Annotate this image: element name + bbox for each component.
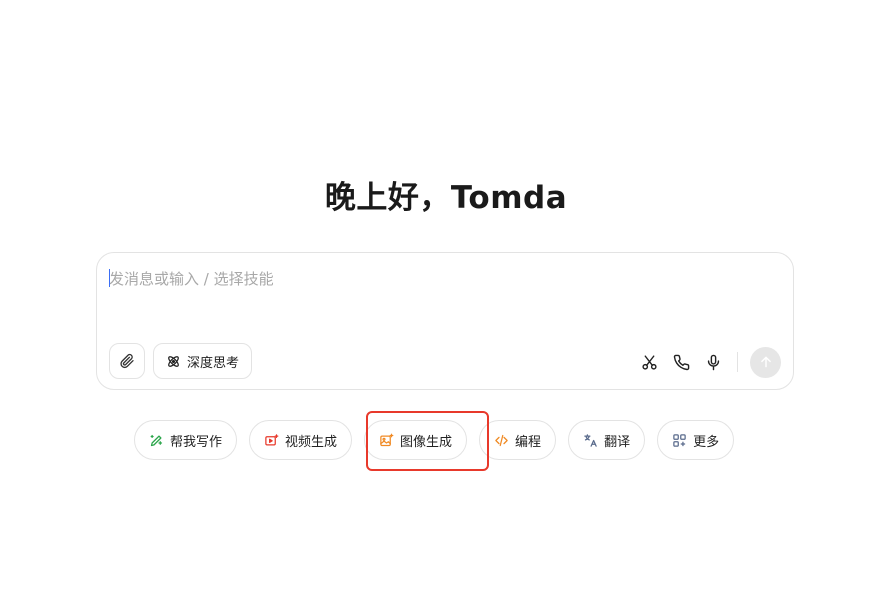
chip-video[interactable]: 视频生成 bbox=[249, 420, 353, 460]
scissors-button[interactable] bbox=[633, 347, 665, 377]
send-button[interactable] bbox=[750, 346, 781, 378]
quick-actions: 帮我写作 视频生成 图像生成 编程 翻译 更多 bbox=[134, 420, 735, 460]
chip-write[interactable]: 帮我写作 bbox=[134, 420, 238, 460]
image-sparkle-icon bbox=[380, 433, 394, 446]
atom-icon bbox=[168, 355, 179, 367]
chip-more[interactable]: 更多 bbox=[657, 420, 735, 460]
message-input[interactable] bbox=[109, 267, 779, 291]
code-icon bbox=[495, 434, 508, 446]
call-button[interactable] bbox=[665, 347, 697, 377]
chip-code[interactable]: 编程 bbox=[479, 420, 557, 460]
chat-home: 晚上好，Tomda 深度思考 bbox=[0, 0, 892, 609]
chip-label: 视频生成 bbox=[285, 434, 338, 450]
chip-translate[interactable]: 翻译 bbox=[568, 420, 646, 460]
scissors-icon bbox=[641, 354, 657, 370]
deep-think-label: 深度思考 bbox=[187, 355, 240, 371]
chip-label: 更多 bbox=[693, 434, 720, 450]
chip-label: 帮我写作 bbox=[170, 434, 223, 450]
pen-sparkle-icon bbox=[150, 434, 163, 446]
tools-divider bbox=[737, 352, 738, 372]
paperclip-icon bbox=[120, 353, 134, 369]
deep-think-button[interactable]: 深度思考 bbox=[153, 343, 253, 379]
phone-icon bbox=[673, 354, 689, 370]
attach-button[interactable] bbox=[109, 343, 145, 379]
microphone-icon bbox=[707, 354, 719, 370]
chip-label: 翻译 bbox=[604, 434, 631, 450]
greeting-title: 晚上好，Tomda bbox=[324, 180, 568, 216]
composer-tools bbox=[633, 346, 781, 378]
translate-icon bbox=[584, 433, 597, 447]
chip-image[interactable]: 图像生成 bbox=[364, 420, 468, 460]
arrow-up-icon bbox=[760, 356, 771, 368]
video-play-icon bbox=[265, 433, 279, 445]
message-composer: 深度思考 bbox=[96, 252, 794, 390]
text-caret bbox=[109, 269, 110, 287]
grid-apps-icon bbox=[673, 433, 686, 447]
chip-label: 编程 bbox=[515, 434, 542, 450]
chip-label: 图像生成 bbox=[400, 434, 453, 450]
voice-button[interactable] bbox=[697, 347, 729, 377]
